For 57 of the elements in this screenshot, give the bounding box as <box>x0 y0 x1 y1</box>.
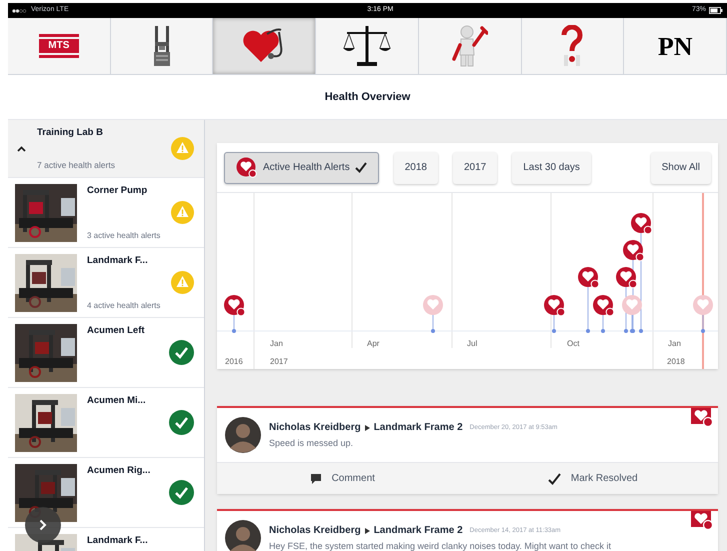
author-name: Nicholas Kreidberg <box>269 421 361 435</box>
heart-alert-icon <box>236 156 258 178</box>
signal-icon <box>12 8 28 12</box>
checkmark-icon <box>354 162 367 173</box>
filter-button[interactable]: Show All <box>650 152 711 184</box>
alert-message: Speed is messed up. <box>269 437 354 450</box>
speech-bubble-icon <box>310 472 322 484</box>
alert-count: 3 active health alerts <box>87 230 160 242</box>
battery-icon <box>709 7 723 14</box>
toolbar-tab[interactable] <box>110 18 214 74</box>
machine-list-item[interactable]: Acumen Mi... <box>8 388 204 458</box>
month-label: Jan <box>668 339 681 348</box>
logo-text: MTS <box>38 39 79 53</box>
filter-button[interactable]: 2017 <box>452 152 498 184</box>
avatar <box>225 520 261 551</box>
test-frame-icon <box>154 26 170 66</box>
month-label: Apr <box>367 339 380 348</box>
machine-name: Landmark Frame 2 <box>374 421 463 435</box>
avatar <box>225 417 261 453</box>
tab-label: PN <box>658 30 692 62</box>
machine-list-item[interactable]: Corner Pump 3 active health alerts <box>8 178 204 248</box>
toolbar-tab[interactable]: PN <box>624 18 727 74</box>
toolbar-tab[interactable]: MTS <box>8 18 111 74</box>
month-label: Jul <box>467 339 478 348</box>
group-header[interactable]: Training Lab B 7 active health alerts <box>8 120 204 178</box>
triangle-right-icon <box>364 424 370 430</box>
checkmark-icon <box>548 472 561 484</box>
machine-name: Acumen Rig... <box>87 464 152 478</box>
author-name: Nicholas Kreidberg <box>269 524 361 538</box>
year-label: 2016 <box>225 357 243 366</box>
month-label: Oct <box>567 339 580 348</box>
year-label: 2018 <box>667 357 685 366</box>
machine-name: Landmark F... <box>87 254 149 268</box>
filter-button[interactable]: 2018 <box>394 152 438 184</box>
machine-name: Acumen Mi... <box>87 394 147 408</box>
figure-with-wrench-icon <box>452 25 488 67</box>
action-button[interactable]: Comment <box>217 463 468 494</box>
group-name: Training Lab B <box>37 126 104 140</box>
alert-count: 4 active health alerts <box>87 300 160 312</box>
page-title: Health Overview <box>324 90 410 105</box>
action-button[interactable]: Mark Resolved <box>468 463 718 494</box>
filter-button[interactable]: Active Health Alerts <box>224 152 379 184</box>
month-label: Jan <box>270 339 283 348</box>
alert-count: 7 active health alerts <box>37 158 116 172</box>
machine-list-item[interactable]: Landmark F... 4 active health alerts <box>8 248 204 318</box>
machine-list-item[interactable]: Acumen Left <box>8 318 204 388</box>
filter-button[interactable]: Last 30 days <box>512 152 591 184</box>
machine-name: Landmark Frame 2 <box>374 524 463 538</box>
toolbar-tab[interactable] <box>316 18 419 74</box>
triangle-right-icon <box>364 528 370 534</box>
alert-message: Hey FSE, the system started making weird clanky noises today. Might want to check it <box>269 540 611 551</box>
year-label: 2017 <box>270 357 288 366</box>
machine-name: Landmark F... <box>87 534 149 548</box>
scales-icon <box>343 24 392 68</box>
machine-name: Corner Pump <box>87 184 148 198</box>
chevron-right-icon <box>39 519 47 531</box>
machine-name: Acumen Left <box>87 324 146 338</box>
